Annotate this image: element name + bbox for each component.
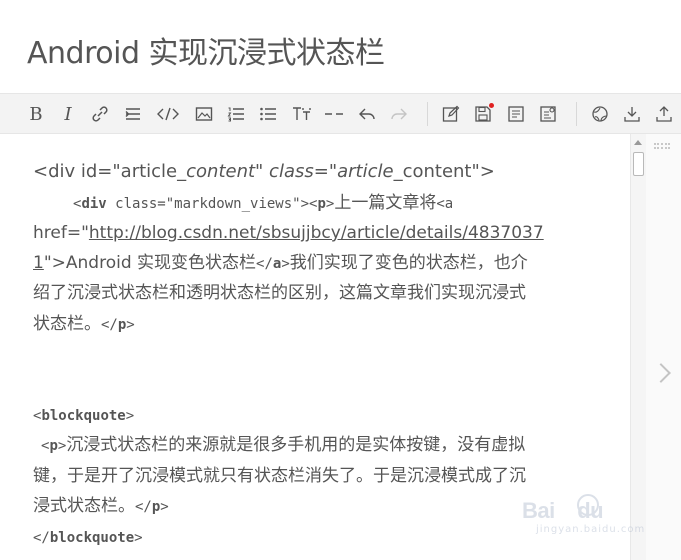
code-tag: p [49, 438, 58, 454]
code-button[interactable] [157, 104, 179, 124]
code-line: <div id="article_content" class="article… [33, 161, 495, 183]
import-button[interactable] [621, 104, 643, 124]
unordered-list-button[interactable] [257, 104, 279, 124]
code-text: > [281, 256, 290, 272]
preview-panel-edge [646, 134, 681, 560]
code-text: > [134, 530, 143, 546]
link-button[interactable] [89, 104, 111, 124]
globe-icon [592, 106, 608, 122]
code-tag: div [81, 196, 107, 212]
watermark-logo: Bai du jingyan.baidu.com [522, 488, 644, 540]
draft-button[interactable] [505, 104, 527, 124]
code-line: href="http://blog.csdn.net/sbsujjbcy/art… [33, 222, 544, 244]
heading-icon [293, 107, 311, 120]
code-text: > [126, 317, 135, 333]
publish-web-button[interactable] [589, 104, 611, 124]
edit-button[interactable] [440, 104, 462, 124]
italic-button[interactable]: I [57, 103, 79, 125]
ordered-list-button[interactable] [225, 104, 247, 124]
code-line: </blockquote> [33, 526, 143, 549]
code-text: </ [135, 499, 152, 515]
code-line: <p>沉浸式状态栏的来源就是很多手机用的是实体按键，没有虚拟 [41, 434, 525, 457]
scrollbar-thumb[interactable] [633, 152, 644, 176]
italic-icon: I [64, 103, 72, 125]
watermark-subtext: jingyan.baidu.com [536, 524, 646, 535]
editor-scrollbar[interactable] [630, 134, 646, 560]
page-title: Android 实现沉浸式状态栏 [27, 36, 385, 71]
scroll-up-icon[interactable] [634, 140, 642, 145]
code-text: > [125, 408, 135, 424]
unordered-list-icon [260, 107, 276, 121]
unsaved-dot [489, 103, 494, 108]
code-tag: blockquote [41, 408, 126, 424]
code-link[interactable]: 1 [33, 253, 44, 273]
code-text: </ [33, 530, 50, 546]
code-text: ">Android 实现变色状态栏 [43, 253, 257, 273]
toolbar-divider [427, 102, 428, 126]
code-text: 键，于是开了沉浸模式就只有状态栏消失了。于是沉浸模式成了沉 [33, 466, 526, 486]
code-line: 键，于是开了沉浸模式就只有状态栏消失了。于是沉浸模式成了沉 [33, 465, 526, 487]
export-button[interactable] [653, 104, 675, 124]
drag-handle-icon[interactable] [654, 143, 670, 149]
download-icon [624, 107, 640, 122]
code-text: 我们实现了变色的状态栏，也介 [289, 253, 528, 273]
horizontal-rule-button[interactable] [323, 104, 345, 124]
upload-icon [656, 106, 672, 122]
redo-button[interactable] [388, 104, 410, 124]
code-text: 状态栏。 [33, 314, 101, 334]
code-line: 绍了沉浸式状态栏和透明状态栏的区别，这篇文章我们实现沉浸式 [33, 282, 526, 304]
code-text: 上一篇文章将 [334, 193, 437, 213]
code-text: 沉浸式状态栏的来源就是很多手机用的是实体按键，没有虚拟 [66, 435, 526, 455]
code-text: </ [101, 317, 118, 333]
document-settings-icon [540, 106, 556, 122]
code-line: <blockquote> [33, 404, 134, 427]
code-text: 浸式状态栏。 [33, 496, 135, 516]
quote-icon [125, 108, 140, 120]
quote-button[interactable] [122, 104, 144, 124]
editor-toolbar: B I [0, 93, 681, 134]
undo-button[interactable] [356, 104, 378, 124]
code-icon [157, 107, 179, 121]
chevron-right-icon[interactable] [651, 363, 671, 383]
code-line: <div class="markdown_views"><p>上一篇文章将<a [73, 192, 453, 215]
code-line: 1">Android 实现变色状态栏</a>我们实现了变色的状态栏，也介 [33, 252, 528, 275]
code-text: _content"> [393, 161, 495, 182]
code-text: _content" class="article [177, 161, 394, 182]
image-button[interactable] [193, 104, 215, 124]
toolbar-divider [576, 102, 577, 126]
bold-icon: B [29, 103, 43, 125]
horizontal-rule-icon [325, 113, 343, 115]
paw-icon [577, 494, 599, 516]
title-bar: Android 实现沉浸式状态栏 [0, 0, 681, 93]
code-text: <a [436, 196, 454, 212]
code-tag: p [317, 196, 326, 212]
code-tag: blockquote [49, 530, 135, 546]
code-text: 绍了沉浸式状态栏和透明状态栏的区别，这篇文章我们实现沉浸式 [33, 283, 526, 303]
ordered-list-icon [227, 107, 244, 122]
image-icon [195, 107, 213, 121]
undo-icon [359, 108, 375, 120]
document-icon [508, 106, 524, 122]
code-text: href=" [33, 223, 89, 243]
save-button[interactable] [472, 103, 494, 124]
code-line: 状态栏。</p> [33, 313, 135, 336]
code-link[interactable]: http://blog.csdn.net/sbsujjbcy/article/d… [89, 223, 544, 243]
code-text: class="markdown_views">< [106, 196, 318, 212]
bold-button[interactable]: B [25, 103, 47, 125]
code-text: <div id="article [33, 161, 178, 182]
code-text: > [160, 499, 169, 515]
edit-icon [442, 105, 460, 122]
code-text: </ [256, 256, 273, 272]
code-line: 浸式状态栏。</p> [33, 495, 169, 518]
redo-icon [391, 108, 407, 120]
heading-button[interactable] [291, 104, 313, 124]
link-icon [92, 106, 108, 122]
settings-doc-button[interactable] [537, 104, 559, 124]
